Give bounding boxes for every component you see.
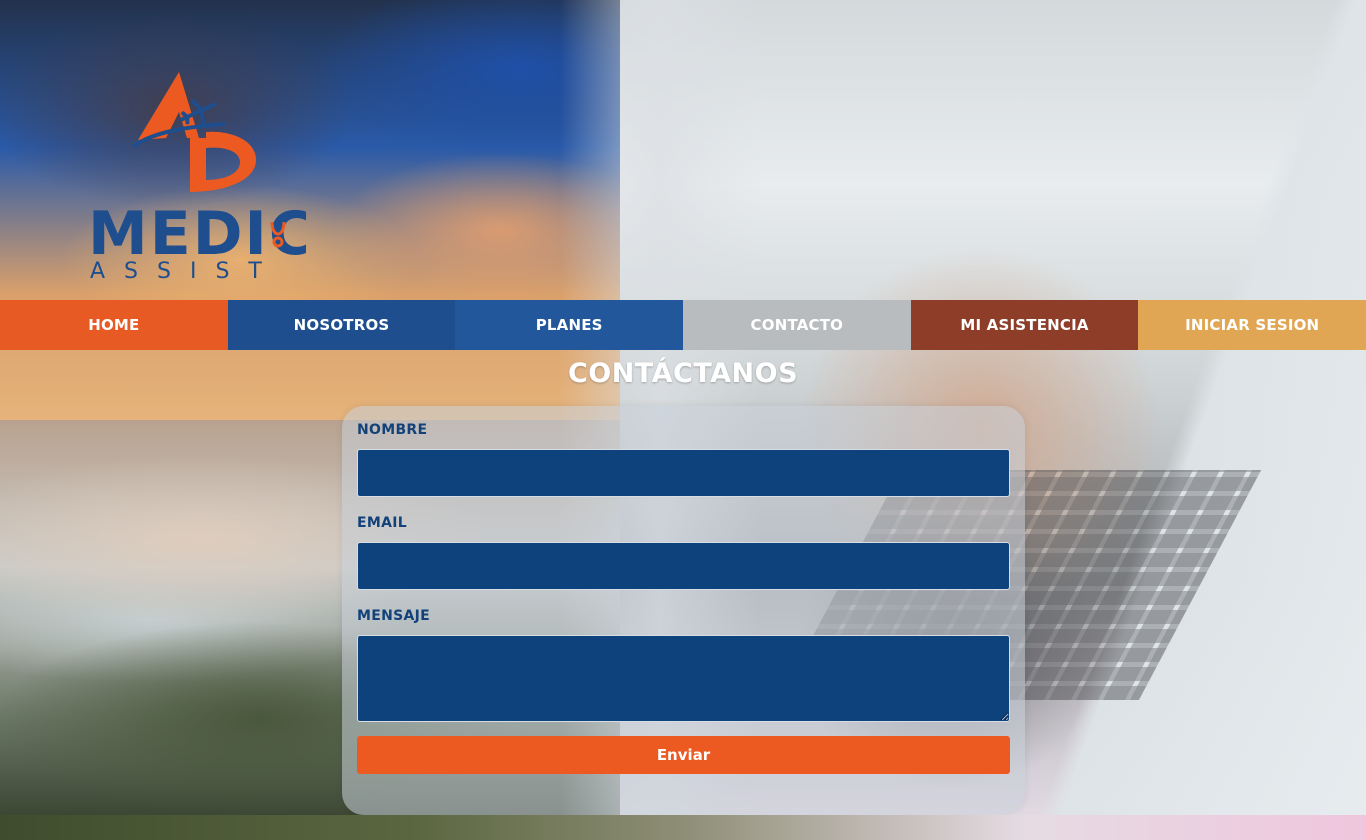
- nav-nosotros[interactable]: NOSOTROS: [227, 300, 456, 350]
- nav-iniciar-sesion-label: INICIAR SESION: [1185, 316, 1320, 334]
- name-label: NOMBRE: [357, 422, 428, 438]
- nav-home[interactable]: HOME: [0, 300, 228, 350]
- nav-mi-asistencia[interactable]: MI ASISTENCIA: [910, 300, 1139, 350]
- nav-planes[interactable]: PLANES: [455, 300, 684, 350]
- nav-planes-label: PLANES: [535, 316, 603, 334]
- nav-home-label: HOME: [88, 316, 140, 334]
- name-input[interactable]: [357, 449, 1010, 497]
- page-title: CONTÁCTANOS: [567, 358, 799, 389]
- email-input[interactable]: [357, 542, 1010, 590]
- nav-nosotros-label: NOSOTROS: [293, 316, 390, 334]
- nav-contacto[interactable]: CONTACTO: [683, 300, 911, 350]
- nav-contacto-label: CONTACTO: [750, 316, 844, 334]
- email-label: EMAIL: [357, 515, 407, 531]
- message-label: MENSAJE: [357, 608, 431, 624]
- main-nav: HOME NOSOTROS PLANES CONTACTO MI ASISTEN…: [0, 300, 1366, 350]
- logo-word-assist: ASSIST: [90, 259, 281, 282]
- contact-form: NOMBRE EMAIL MENSAJE Enviar: [342, 406, 1025, 815]
- nav-iniciar-sesion[interactable]: INICIAR SESION: [1138, 300, 1366, 350]
- logo-graphic: MEDIC ASSIST: [88, 72, 313, 284]
- medic-assist-logo[interactable]: MEDIC ASSIST: [86, 68, 313, 284]
- footer-photo-strip: [0, 815, 1366, 840]
- nav-mi-asistencia-label: MI ASISTENCIA: [960, 316, 1089, 334]
- send-button[interactable]: Enviar: [357, 736, 1010, 774]
- logo-ad-mark: [132, 72, 256, 192]
- message-textarea[interactable]: [357, 635, 1010, 722]
